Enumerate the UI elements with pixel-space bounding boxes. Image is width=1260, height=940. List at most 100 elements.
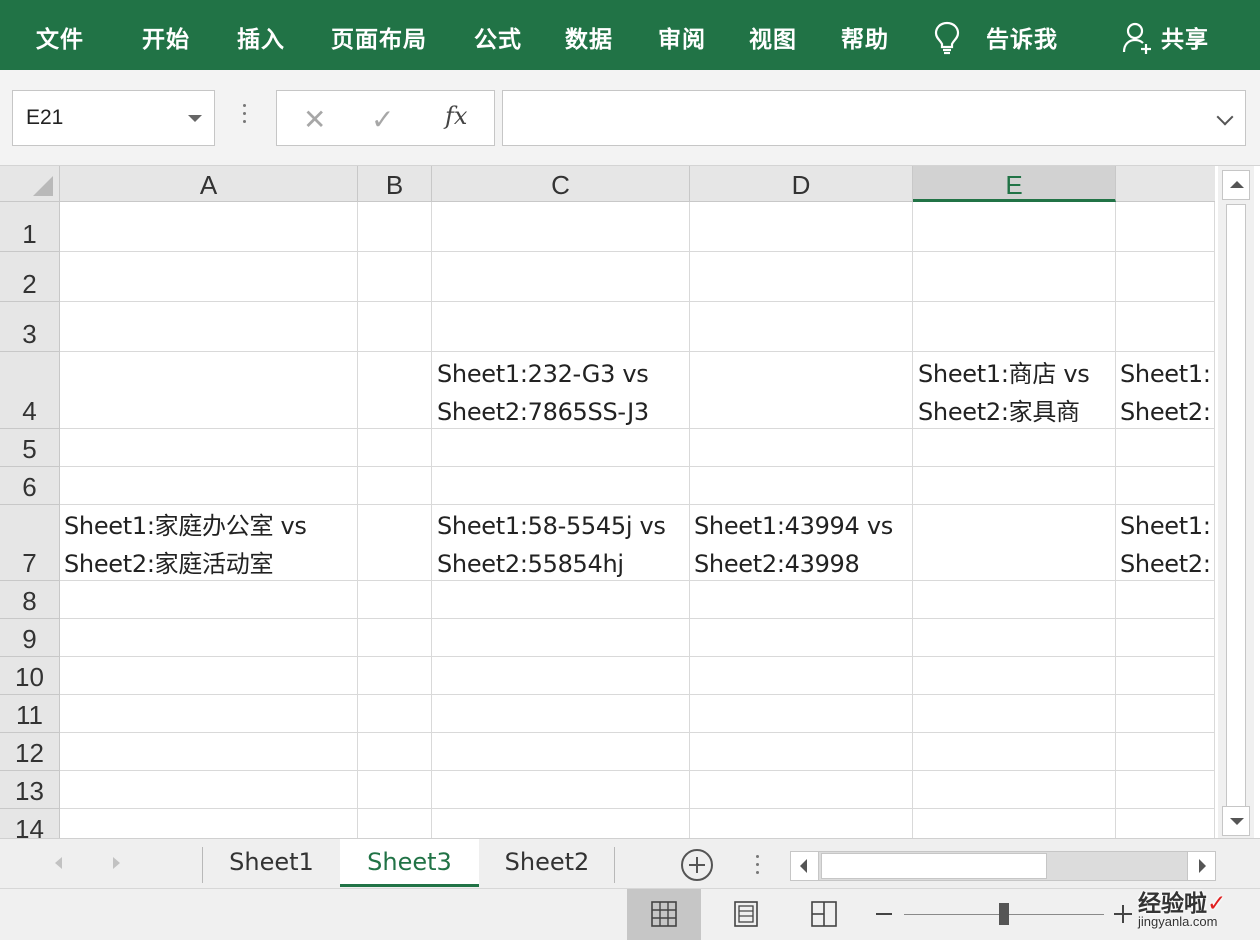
cell[interactable] bbox=[60, 302, 358, 352]
tab-help[interactable]: 帮助 bbox=[841, 20, 889, 54]
tab-data[interactable]: 数据 bbox=[565, 20, 613, 54]
insert-function-icon[interactable]: fx bbox=[445, 102, 467, 130]
tab-view[interactable]: 视图 bbox=[749, 20, 797, 54]
cell[interactable] bbox=[690, 202, 913, 252]
cell[interactable] bbox=[358, 733, 432, 771]
cell[interactable] bbox=[690, 695, 913, 733]
cell[interactable] bbox=[358, 302, 432, 352]
cell[interactable] bbox=[60, 809, 358, 838]
zoom-in-icon[interactable] bbox=[1114, 905, 1132, 923]
column-header-E[interactable]: E bbox=[913, 166, 1116, 202]
row-header-11[interactable]: 11 bbox=[0, 695, 60, 733]
row-header-12[interactable]: 12 bbox=[0, 733, 60, 771]
sheet-tab-sheet3[interactable]: Sheet3 bbox=[340, 839, 479, 887]
cell[interactable] bbox=[432, 302, 690, 352]
vertical-scroll-thumb[interactable] bbox=[1226, 204, 1246, 814]
cell[interactable] bbox=[432, 619, 690, 657]
cell[interactable] bbox=[358, 467, 432, 505]
horizontal-scrollbar[interactable] bbox=[790, 851, 1216, 881]
cell[interactable] bbox=[1116, 809, 1215, 838]
horizontal-scroll-thumb[interactable] bbox=[821, 853, 1047, 879]
vertical-scrollbar[interactable] bbox=[1218, 166, 1254, 838]
cell[interactable] bbox=[60, 467, 358, 505]
cell[interactable] bbox=[690, 619, 913, 657]
cell[interactable] bbox=[690, 352, 913, 429]
column-header-B[interactable]: B bbox=[358, 166, 432, 202]
cell[interactable] bbox=[60, 202, 358, 252]
spreadsheet-grid[interactable]: A B C D E F 1 2 3 4 5 6 7 8 9 10 11 12 1… bbox=[0, 166, 1215, 838]
cell[interactable] bbox=[690, 657, 913, 695]
cell[interactable] bbox=[432, 252, 690, 302]
cell[interactable] bbox=[432, 202, 690, 252]
tab-formulas[interactable]: 公式 bbox=[474, 20, 522, 54]
cancel-icon[interactable]: ✕ bbox=[303, 103, 326, 136]
sheet-tab-sheet2[interactable]: Sheet2 bbox=[479, 839, 615, 887]
row-header-1[interactable]: 1 bbox=[0, 202, 60, 252]
cell[interactable] bbox=[358, 619, 432, 657]
cell[interactable] bbox=[60, 429, 358, 467]
new-sheet-plus-icon[interactable] bbox=[681, 849, 713, 881]
column-header-D[interactable]: D bbox=[690, 166, 913, 202]
scroll-right-icon[interactable] bbox=[1187, 852, 1215, 880]
cell[interactable] bbox=[358, 657, 432, 695]
tab-insert[interactable]: 插入 bbox=[237, 20, 285, 54]
column-header-A[interactable]: A bbox=[60, 166, 358, 202]
cell[interactable] bbox=[690, 467, 913, 505]
cell[interactable] bbox=[1116, 429, 1215, 467]
cell[interactable] bbox=[358, 352, 432, 429]
cell[interactable] bbox=[690, 429, 913, 467]
cell[interactable] bbox=[690, 771, 913, 809]
name-box-dropdown-icon[interactable] bbox=[188, 115, 202, 122]
share-person-icon[interactable] bbox=[1122, 20, 1154, 56]
cell[interactable] bbox=[913, 771, 1116, 809]
cell[interactable] bbox=[358, 202, 432, 252]
cell[interactable] bbox=[1116, 657, 1215, 695]
cell[interactable] bbox=[60, 581, 358, 619]
sheet-tab-sheet1[interactable]: Sheet1 bbox=[203, 839, 340, 887]
page-layout-view-button[interactable] bbox=[709, 889, 783, 940]
previous-sheet-icon[interactable] bbox=[55, 857, 62, 869]
cell[interactable] bbox=[1116, 467, 1215, 505]
zoom-out-icon[interactable] bbox=[876, 913, 892, 915]
cell[interactable] bbox=[1116, 619, 1215, 657]
cell[interactable] bbox=[913, 467, 1116, 505]
cell[interactable] bbox=[913, 302, 1116, 352]
cell[interactable] bbox=[60, 657, 358, 695]
cell[interactable] bbox=[358, 695, 432, 733]
cell[interactable] bbox=[358, 429, 432, 467]
cell[interactable] bbox=[913, 252, 1116, 302]
cell[interactable] bbox=[432, 657, 690, 695]
normal-view-button[interactable] bbox=[627, 889, 701, 940]
row-header-13[interactable]: 13 bbox=[0, 771, 60, 809]
row-header-8[interactable]: 8 bbox=[0, 581, 60, 619]
scroll-down-icon[interactable] bbox=[1222, 806, 1250, 836]
tab-home[interactable]: 开始 bbox=[142, 20, 190, 54]
expand-formula-bar-icon[interactable] bbox=[1216, 108, 1234, 126]
cell[interactable] bbox=[60, 771, 358, 809]
cell[interactable] bbox=[913, 581, 1116, 619]
cell[interactable] bbox=[358, 771, 432, 809]
cell[interactable] bbox=[432, 429, 690, 467]
cell[interactable] bbox=[358, 809, 432, 838]
cell[interactable] bbox=[1116, 771, 1215, 809]
column-header-F[interactable]: F bbox=[1116, 166, 1215, 202]
cell[interactable] bbox=[432, 771, 690, 809]
cell[interactable] bbox=[60, 352, 358, 429]
lightbulb-icon[interactable] bbox=[932, 20, 962, 56]
cell[interactable] bbox=[690, 302, 913, 352]
cell[interactable] bbox=[432, 581, 690, 619]
tab-review[interactable]: 审阅 bbox=[658, 20, 706, 54]
cell[interactable] bbox=[913, 429, 1116, 467]
column-header-C[interactable]: C bbox=[432, 166, 690, 202]
zoom-slider-thumb[interactable] bbox=[999, 903, 1009, 925]
cell[interactable] bbox=[913, 695, 1116, 733]
cell[interactable] bbox=[60, 733, 358, 771]
cell[interactable] bbox=[913, 619, 1116, 657]
cell[interactable] bbox=[690, 252, 913, 302]
scroll-up-icon[interactable] bbox=[1222, 170, 1250, 200]
row-header-10[interactable]: 10 bbox=[0, 657, 60, 695]
cell[interactable] bbox=[690, 733, 913, 771]
enter-icon[interactable]: ✓ bbox=[371, 103, 394, 136]
tab-page-layout[interactable]: 页面布局 bbox=[331, 20, 427, 54]
cell[interactable] bbox=[1116, 202, 1215, 252]
